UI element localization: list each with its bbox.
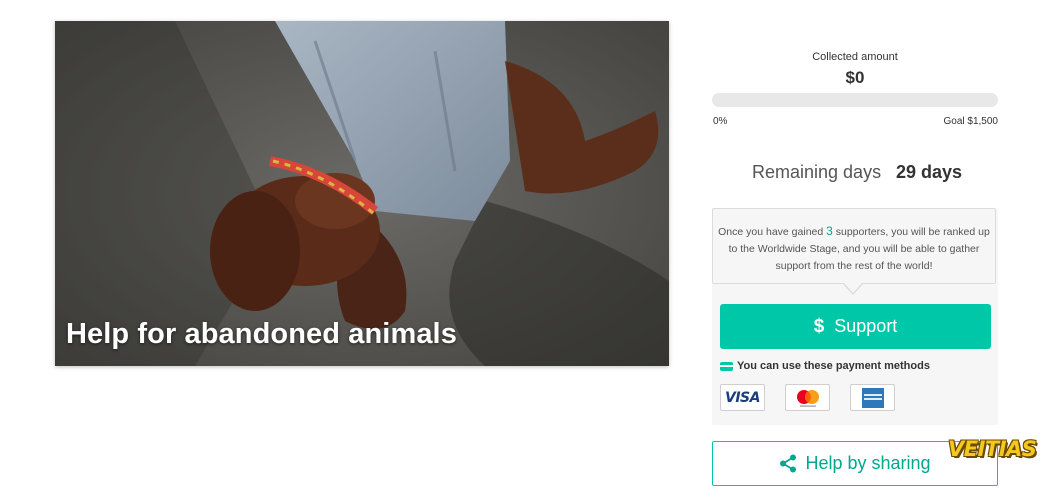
support-button-label: Support — [834, 316, 898, 336]
support-button[interactable]: $ Support — [720, 304, 991, 349]
share-icon — [780, 454, 797, 473]
visa-text: VISA — [725, 389, 760, 406]
collected-amount-label: Collected amount — [812, 51, 898, 63]
funding-progress-bar — [712, 93, 998, 107]
credit-card-icon — [720, 361, 733, 371]
remaining-days-label: Remaining days — [752, 162, 882, 182]
funding-percent: 0% — [713, 116, 728, 127]
campaign-hero-image: Help for abandoned animals — [55, 21, 669, 366]
collected-amount-value: $0 — [845, 68, 865, 87]
info-pointer-inner — [844, 283, 862, 293]
dog-photo — [55, 21, 669, 366]
remaining-days-value: 29 days — [896, 162, 963, 182]
info-text-before: Once you have gained — [718, 226, 827, 238]
payment-methods-text: You can use these payment methods — [737, 360, 930, 372]
mastercard-logo — [785, 384, 830, 411]
mastercard-icon — [796, 389, 819, 407]
amex-icon — [861, 387, 884, 408]
american-express-logo — [850, 384, 895, 411]
supporters-count: 3 — [826, 224, 833, 238]
funding-goal: Goal $1,500 — [943, 116, 999, 127]
payment-methods-label: You can use these payment methods — [720, 360, 930, 372]
dollar-icon: $ — [813, 315, 825, 337]
worldwide-stage-info: Once you have gained 3 supporters, you w… — [712, 208, 996, 284]
share-button-label: Help by sharing — [805, 453, 931, 473]
visa-logo: VISA — [720, 384, 765, 411]
campaign-title: Help for abandoned animals — [66, 318, 457, 350]
watermark-logo: VEITIAS — [948, 437, 1037, 461]
